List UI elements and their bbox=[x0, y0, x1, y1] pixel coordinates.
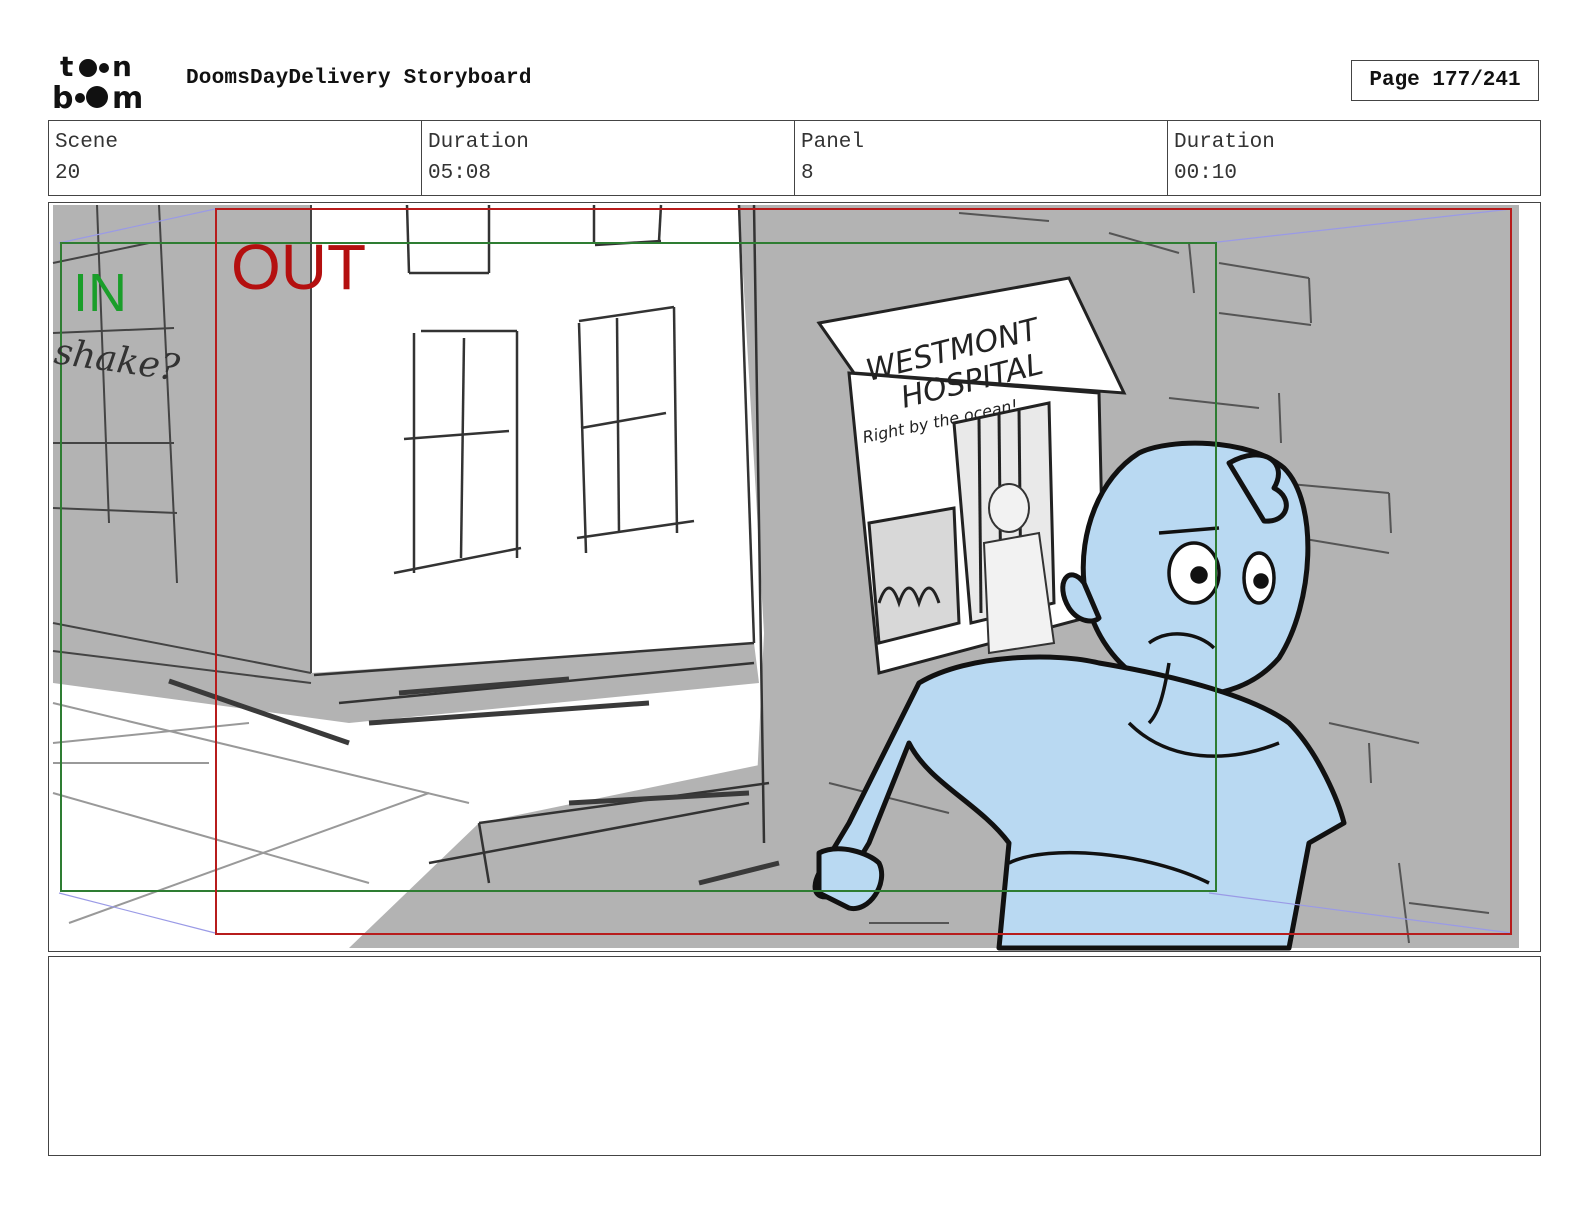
svg-text:b: b bbox=[52, 81, 73, 112]
panel-cell: Panel 8 bbox=[795, 121, 1168, 195]
toon-boom-logo: t n b m bbox=[52, 50, 164, 116]
scene-cell: Scene 20 bbox=[49, 121, 422, 195]
scene-label: Scene bbox=[55, 131, 119, 154]
svg-text:n: n bbox=[112, 52, 132, 83]
document-title: DoomsDayDelivery Storyboard bbox=[186, 67, 532, 90]
panel-notes bbox=[48, 956, 1541, 1156]
scene-duration-value: 05:08 bbox=[428, 162, 492, 185]
storyboard-panel: WESTMONT HOSPITAL Right by the ocean! IN… bbox=[48, 202, 1541, 952]
page-indicator: Page 177/241 bbox=[1351, 60, 1539, 101]
panel-sketch: WESTMONT HOSPITAL Right by the ocean! IN… bbox=[52, 204, 1519, 951]
panel-duration-label: Duration bbox=[1174, 131, 1275, 154]
scene-duration-cell: Duration 05:08 bbox=[422, 121, 795, 195]
scene-info-table: Scene 20 Duration 05:08 Panel 8 Duration… bbox=[48, 120, 1541, 196]
out-label: OUT bbox=[231, 231, 366, 303]
in-label: IN bbox=[73, 263, 127, 323]
svg-text:t: t bbox=[60, 52, 73, 83]
svg-text:m: m bbox=[112, 81, 143, 112]
panel-value: 8 bbox=[801, 162, 814, 185]
scene-duration-label: Duration bbox=[428, 131, 529, 154]
scene-value: 20 bbox=[55, 162, 81, 185]
panel-duration-value: 00:10 bbox=[1174, 162, 1238, 185]
panel-label: Panel bbox=[801, 131, 865, 154]
panel-duration-cell: Duration 00:10 bbox=[1168, 121, 1540, 195]
